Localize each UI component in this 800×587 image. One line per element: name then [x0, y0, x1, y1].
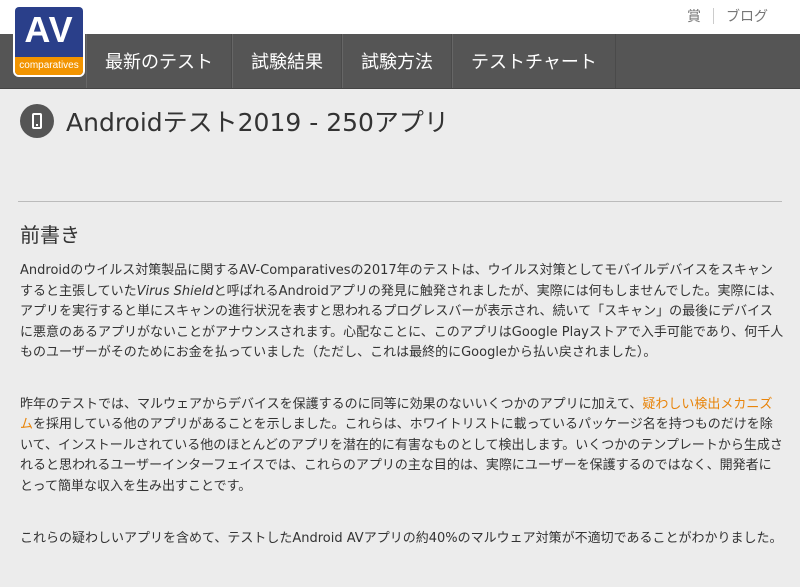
nav-item-test-charts[interactable]: テストチャート	[452, 34, 616, 88]
paragraph-1: Androidのウイルス対策製品に関するAV-Comparativesの2017…	[20, 261, 784, 364]
nav-item-latest-tests[interactable]: 最新のテスト	[86, 34, 232, 88]
paragraph-2-text-a: 昨年のテストでは、マルウェアからデバイスを保護するのに同等に効果のないいくつかの…	[20, 396, 643, 412]
paragraph-3: これらの疑わしいアプリを含めて、テストしたAndroid AVアプリの約40%の…	[20, 531, 783, 546]
article-body: Androidのウイルス対策製品に関するAV-Comparativesの2017…	[20, 261, 784, 582]
logo-text: AV	[24, 9, 74, 50]
main-nav: 最新のテスト 試験結果 試験方法 テストチャート	[0, 34, 800, 89]
top-links: 賞 ブログ	[675, 6, 780, 26]
paragraph-2-text-b: を採用している他のアプリがあることを示しました。これらは、ホワイトリストに載って…	[20, 417, 783, 494]
nav-item-test-results[interactable]: 試験結果	[232, 34, 342, 88]
section-divider	[18, 201, 782, 202]
section-title: 前書き	[20, 223, 80, 247]
page-title-row: Androidテスト2019 - 250アプリ	[20, 103, 449, 139]
av-comparatives-logo[interactable]: AV comparatives	[15, 7, 83, 75]
logo-subtext: comparatives	[15, 57, 83, 75]
nav-item-test-methods[interactable]: 試験方法	[342, 34, 452, 88]
awards-link[interactable]: 賞	[675, 6, 713, 26]
top-bar: 賞 ブログ	[0, 0, 800, 34]
page-title: Androidテスト2019 - 250アプリ	[66, 108, 449, 137]
nav-items: 最新のテスト 試験結果 試験方法 テストチャート	[86, 34, 616, 88]
mobile-phone-icon	[20, 104, 54, 138]
virus-shield-name: Virus Shield	[136, 283, 214, 299]
blog-link[interactable]: ブログ	[714, 6, 780, 26]
paragraph-2: 昨年のテストでは、マルウェアからデバイスを保護するのに同等に効果のないいくつかの…	[20, 395, 784, 498]
main-content: Androidテスト2019 - 250アプリ 前書き Androidのウイルス…	[0, 89, 800, 587]
